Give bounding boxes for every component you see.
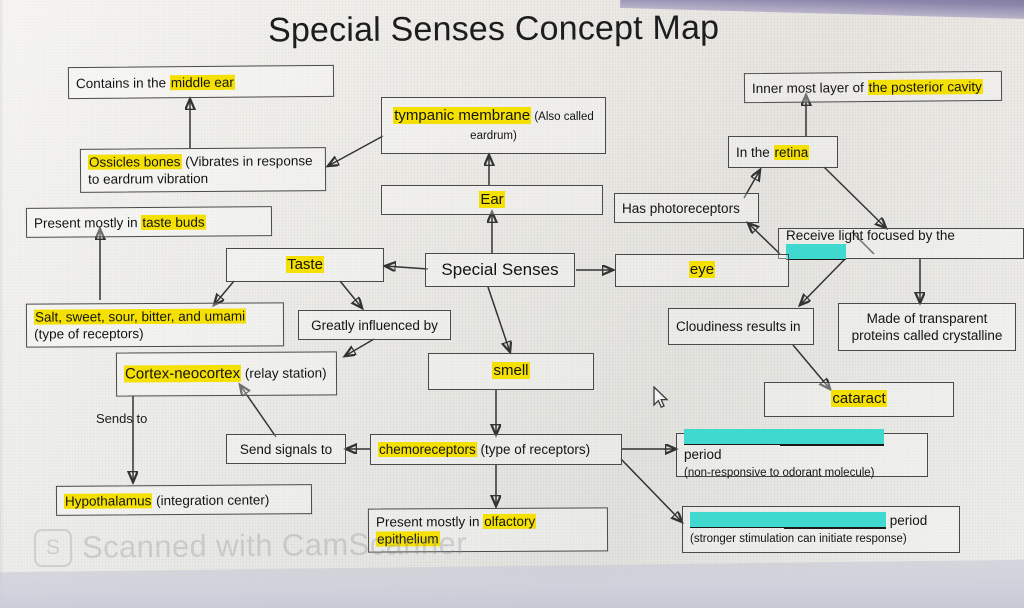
text-line2: (stronger stimulation can initiate respo…	[690, 533, 907, 546]
highlight-smell: smell	[492, 362, 530, 380]
node-chemoreceptors: chemoreceptors (type of receptors)	[370, 434, 622, 465]
text-pre: Contains in the	[75, 74, 170, 91]
text-post: (relay station)	[241, 365, 327, 381]
monitor-bezel-left	[0, 0, 4, 608]
scanned-concept-map-photo: Special Senses Concept Map Contains in t…	[0, 0, 1024, 608]
highlight-taste-types: Salt, sweet, sour, bitter, and umami	[33, 308, 247, 325]
node-special-senses: Special Senses	[425, 253, 575, 287]
node-receive-light-focused: Receive light focused by the	[778, 227, 1024, 260]
node-inner-most-layer: Inner most layer of the posterior cavity	[743, 70, 1003, 104]
text-post: period	[684, 447, 722, 463]
redacted-answer-blank	[690, 512, 887, 529]
node-salt-sweet-sour-bitter-umami: Salt, sweet, sour, bitter, and umami (ty…	[25, 302, 285, 348]
text-line2: (non-responsive to odorant molecule)	[684, 467, 875, 480]
camscanner-logo-icon: S	[33, 528, 73, 568]
highlight-cortex-neocortex: Cortex-neocortex	[123, 364, 242, 383]
node-present-taste-buds: Present mostly in taste buds	[25, 206, 273, 238]
text: Cloudiness results in	[676, 319, 801, 334]
camscanner-watermark: S Scanned with CamScanner	[33, 525, 468, 568]
node-ossicles-bones: Ossicles bones (Vibrates in response to …	[79, 147, 327, 193]
text: Special Senses	[441, 260, 559, 280]
redacted-answer-blank	[684, 429, 884, 446]
node-cataract: cataract	[764, 382, 954, 417]
node-send-signals-to: Send signals to	[226, 434, 346, 464]
node-smell: smell	[428, 353, 594, 390]
node-relative-refractory-period: period (stronger stimulation can initiat…	[682, 506, 960, 553]
text: Has photoreceptors	[622, 200, 740, 216]
text: Send signals to	[239, 441, 333, 457]
text-post: (type of receptors)	[476, 442, 591, 457]
node-cortex-neocortex: Cortex-neocortex (relay station)	[115, 351, 338, 397]
highlight-middle-ear: middle ear	[169, 74, 235, 90]
highlight-posterior-cavity: the posterior cavity	[867, 78, 983, 95]
node-hypothalamus: Hypothalamus (integration center)	[55, 484, 313, 516]
redacted-answer-blank	[786, 243, 846, 260]
text: Greatly influenced by	[311, 317, 438, 333]
text-pre: Inner most layer of	[751, 79, 868, 96]
highlight-cataract: cataract	[831, 390, 887, 408]
highlight-chemoreceptors: chemoreceptors	[378, 442, 477, 457]
mouse-cursor-icon	[653, 386, 669, 409]
text-post: (type of receptors)	[34, 326, 144, 342]
node-in-the-retina: In the retina	[728, 136, 838, 168]
text-pre: In the	[736, 144, 774, 160]
highlight-taste: Taste	[286, 255, 324, 273]
node-tympanic-membrane: tympanic membrane (Also called eardrum)	[381, 97, 606, 154]
text-pre: Receive light focused by the	[786, 227, 955, 243]
highlight-ear: Ear	[479, 190, 505, 208]
highlight-tympanic-membrane: tympanic membrane	[393, 107, 532, 125]
node-ear: Ear	[381, 185, 603, 215]
node-taste: Taste	[226, 248, 384, 282]
node-eye: eye	[615, 254, 789, 287]
node-cloudiness-results-in: Cloudiness results in	[668, 308, 814, 345]
highlight-hypothalamus: Hypothalamus	[63, 492, 153, 509]
highlight-ossicles-bones: Ossicles bones	[87, 154, 182, 170]
highlight-taste-buds: taste buds	[141, 214, 206, 230]
camscanner-watermark-text: Scanned with CamScanner	[81, 525, 468, 565]
label-sends-to: Sends to	[96, 411, 148, 426]
node-crystalline-proteins: Made of transparent proteins called crys…	[838, 303, 1016, 351]
node-contains-middle-ear: Contains in the middle ear	[67, 64, 335, 100]
node-has-photoreceptors: Has photoreceptors	[614, 193, 759, 223]
highlight-eye: eye	[688, 261, 716, 279]
highlight-retina: retina	[773, 144, 810, 160]
text-post: (integration center)	[152, 491, 270, 508]
node-absolute-refractory-period: period (non-responsive to odorant molecu…	[676, 429, 928, 480]
text: Made of transparent proteins called crys…	[851, 311, 1003, 343]
text-post: period	[886, 513, 928, 529]
page-title: Special Senses Concept Map	[267, 8, 720, 50]
node-greatly-influenced-by: Greatly influenced by	[298, 310, 451, 340]
text-pre: Present mostly in	[33, 214, 142, 231]
